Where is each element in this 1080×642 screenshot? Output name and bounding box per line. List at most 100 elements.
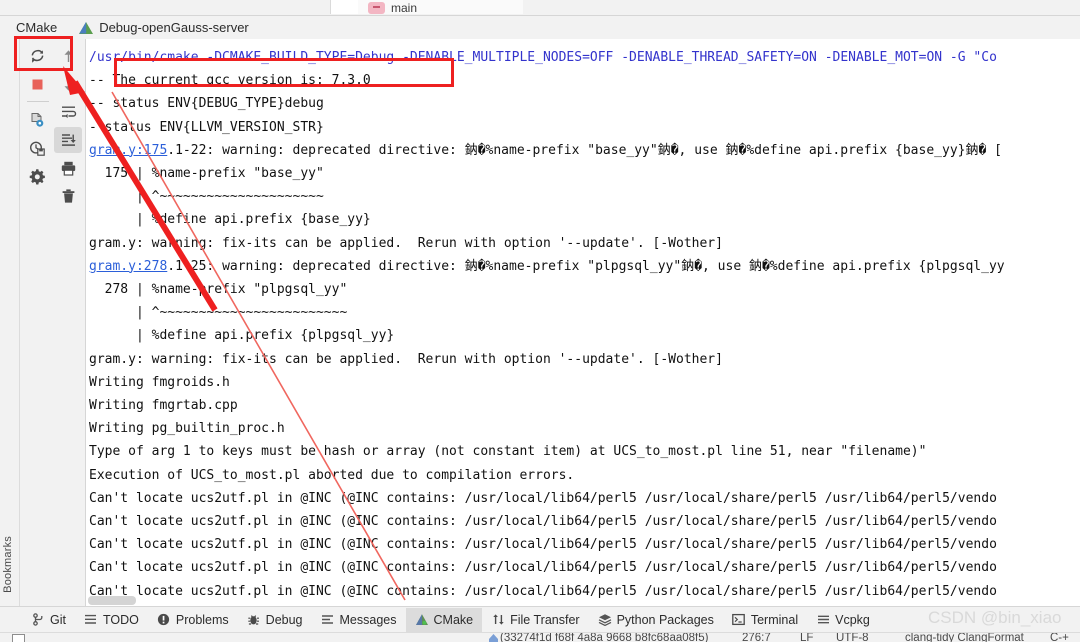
status-branch-text: (33274f1d f68f 4a8a 9668 b8fc68aa08f5) <box>500 632 709 642</box>
bookmarks-label: Bookmarks <box>2 536 14 593</box>
console-line: Writing fmgroids.h <box>89 374 230 390</box>
tool-tab-cmake[interactable]: CMake <box>405 607 483 632</box>
cmake-triangle-icon <box>79 21 94 34</box>
tool-tab-label: TODO <box>102 612 139 627</box>
cmake-triangle-icon <box>415 613 429 627</box>
console-line: | ^~~~~~~~~~~~~~~~~~~~~~ <box>89 189 324 205</box>
tool-tab-file-transfer[interactable]: File Transfer <box>482 608 588 632</box>
status-inspections[interactable]: clang-tidy ClangFormat <box>905 633 1024 642</box>
editor-tab-main[interactable]: main <box>358 0 523 14</box>
tool-tab-terminal[interactable]: Terminal <box>723 608 807 632</box>
console-file-link[interactable]: gram.y:175 <box>89 143 167 158</box>
console-line: gram.y: warning: fix-its can be applied.… <box>89 351 723 367</box>
scroll-up-button[interactable] <box>54 43 82 69</box>
tool-tab-messages[interactable]: Messages <box>312 608 406 632</box>
cmake-console-output[interactable]: Can't locate ucs2utf.pl in @INC (@INC co… <box>86 39 1080 606</box>
tool-tab-vcpkg[interactable]: Vcpkg <box>807 608 879 632</box>
status-encoding[interactable]: UTF-8 <box>836 633 869 642</box>
cmake-configuration-label: Debug-openGauss-server <box>99 20 249 35</box>
tool-tab-python-packages[interactable]: Python Packages <box>589 608 723 632</box>
console-line: /usr/bin/cmake -DCMAKE_BUILD_TYPE=Debug … <box>89 50 997 65</box>
console-line: | %define api.prefix {base_yy} <box>89 212 371 228</box>
console-line: Type of arg 1 to keys must be hash or ar… <box>89 444 927 460</box>
history-button[interactable] <box>23 135 51 161</box>
rerun-cmake-button[interactable] <box>23 43 51 69</box>
settings-button[interactable] <box>23 163 51 189</box>
status-branch-icon <box>489 634 498 642</box>
console-line: - status ENV{LLVM_VERSION_STR} <box>89 119 324 135</box>
bug-icon <box>247 613 261 627</box>
error-circle-icon <box>157 613 171 627</box>
console-line: Can't locate ucs2utf.pl in @INC (@INC co… <box>89 537 997 553</box>
stop-button[interactable] <box>23 71 51 97</box>
stop-square-icon <box>32 79 42 89</box>
status-line-separator[interactable]: LF <box>800 633 813 642</box>
console-line: -- The current gcc version is: 7.3.0 <box>89 73 371 89</box>
soft-wrap-button[interactable] <box>54 99 82 125</box>
console-file-link[interactable]: gram.y:278 <box>89 259 167 274</box>
console-line[interactable]: gram.y:175.1-22: warning: deprecated dir… <box>89 139 1002 162</box>
console-line: Can't locate ucs2utf.pl in @INC (@INC co… <box>89 583 997 599</box>
tool-tab-problems[interactable]: Problems <box>148 608 238 632</box>
tool-tab-label: Debug <box>265 612 303 627</box>
tab-strip-gap <box>330 0 360 14</box>
page-title: CMake <box>16 20 58 35</box>
tool-tab-label: Messages <box>339 612 397 627</box>
git-branch-icon <box>31 613 45 627</box>
tool-tab-label: Vcpkg <box>835 612 870 627</box>
watermark-text: CSDN @bin_xiao <box>928 608 1062 627</box>
console-toolbar <box>20 39 86 606</box>
tool-tab-label: Git <box>50 612 66 627</box>
tool-tab-label: Problems <box>175 612 229 627</box>
gear-icon <box>29 168 45 184</box>
console-line: | ^~~~~~~~~~~~~~~~~~~~~~~~~ <box>89 305 348 321</box>
trash-icon <box>62 188 74 203</box>
tool-tab-debug[interactable]: Debug <box>238 608 312 632</box>
file-gear-icon <box>31 112 43 127</box>
status-trailing: C-+ <box>1050 632 1069 642</box>
tool-tab-label: File Transfer <box>510 612 580 627</box>
tool-tab-todo[interactable]: TODO <box>75 608 148 632</box>
scroll-down-button[interactable] <box>54 71 82 97</box>
tool-tab-label: Terminal <box>750 612 799 627</box>
console-line: Can't locate ucs2utf.pl in @INC (@INC co… <box>89 560 997 576</box>
console-line: -- status ENV{DEBUG_TYPE}debug <box>89 96 324 112</box>
console-line[interactable]: gram.y:278.1-25: warning: deprecated dir… <box>89 255 1005 278</box>
console-line: Can't locate ucs2utf.pl in @INC (@INC co… <box>89 514 997 529</box>
hamburger-icon <box>816 613 830 627</box>
editor-tab-strip: main <box>0 0 1080 16</box>
console-line: Execution of UCS_to_most.pl aborted due … <box>89 467 575 483</box>
list-icon <box>84 613 98 627</box>
terminal-icon <box>732 613 746 627</box>
printer-icon <box>61 161 75 176</box>
status-bar: (33274f1d f68f 4a8a 9668 b8fc68aa08f5) 2… <box>0 632 1080 642</box>
scroll-to-end-button[interactable] <box>54 127 82 153</box>
console-line: gram.y: warning: fix-its can be applied.… <box>89 235 723 251</box>
cmake-configuration-selector[interactable]: Debug-openGauss-server <box>79 20 249 35</box>
bookmarks-rail[interactable]: Bookmarks <box>0 39 20 633</box>
wrap-text-icon <box>61 106 76 119</box>
toolbar-divider <box>27 101 49 102</box>
branch-icon <box>368 2 385 14</box>
editor-tab-label: main <box>391 1 418 14</box>
lines-icon <box>321 613 335 627</box>
console-line: 278 | %name-prefix "plpgsql_yy" <box>89 282 348 297</box>
arrow-up-icon <box>64 49 72 62</box>
console-line: Writing fmgrtab.cpp <box>89 398 238 413</box>
cmake-settings-button[interactable] <box>23 107 51 133</box>
horizontal-scrollbar-thumb[interactable] <box>88 596 136 605</box>
tool-tab-label: CMake <box>433 612 474 627</box>
console-line: 175 | %name-prefix "base_yy" <box>89 166 324 181</box>
arrow-down-icon <box>64 78 72 91</box>
scroll-to-end-icon <box>61 134 76 146</box>
tool-tab-git[interactable]: Git <box>22 608 75 632</box>
refresh-icon <box>31 49 43 63</box>
print-button[interactable] <box>54 155 82 181</box>
console-line: Can't locate ucs2utf.pl in @INC (@INC co… <box>89 490 997 506</box>
clock-save-icon <box>29 141 45 156</box>
status-caret-position[interactable]: 276:7 <box>742 633 771 642</box>
status-checkbox[interactable] <box>12 634 25 642</box>
clear-all-button[interactable] <box>54 183 82 209</box>
cmake-tool-window-header: CMake Debug-openGauss-server <box>0 16 1080 39</box>
tool-tab-label: Python Packages <box>616 612 714 627</box>
